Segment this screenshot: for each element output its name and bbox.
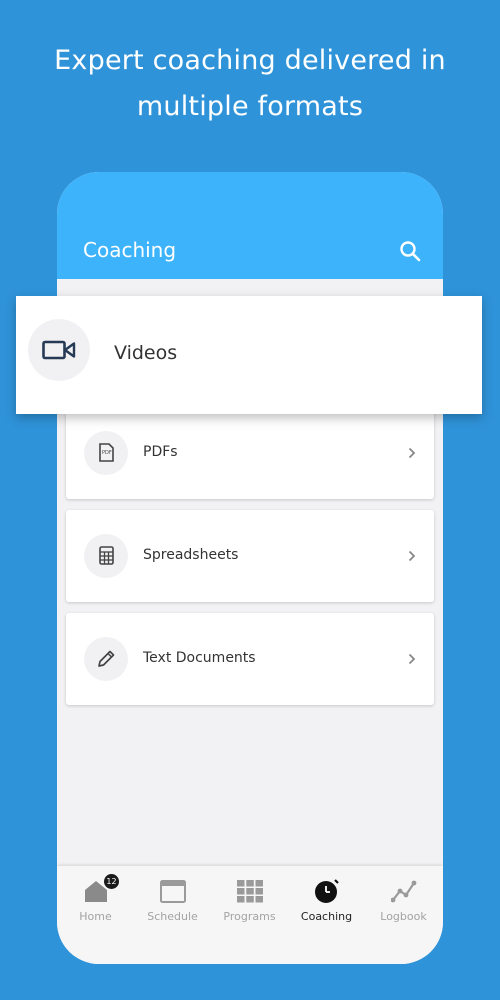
app-bar: Coaching: [57, 172, 443, 279]
tab-schedule[interactable]: Schedule: [134, 866, 211, 936]
pdf-icon-circle: PDF: [84, 431, 128, 475]
chevron-right-icon: [408, 653, 416, 665]
notification-badge: 12: [104, 874, 119, 889]
tab-programs[interactable]: Programs: [211, 866, 288, 936]
list-item-pdfs[interactable]: PDF PDFs: [66, 407, 434, 499]
chart-line-icon: [391, 880, 417, 903]
page-title: Coaching: [83, 238, 177, 262]
phone-frame: Coaching PDF PDFs Spreadsheets Text Docu…: [57, 172, 443, 964]
search-icon[interactable]: [399, 240, 421, 262]
headline-line-2: multiple formats: [136, 91, 364, 122]
grid-icon: [237, 880, 263, 903]
pencil-icon-circle: [84, 637, 128, 681]
list-item-text-documents[interactable]: Text Documents: [66, 613, 434, 705]
chevron-right-icon: [408, 550, 416, 562]
headline: Expert coaching delivered in multiple fo…: [0, 38, 500, 130]
featured-item-videos[interactable]: Videos: [16, 296, 482, 414]
video-icon-circle: [28, 319, 90, 381]
spreadsheet-icon-circle: [84, 534, 128, 578]
stopwatch-icon: [315, 879, 339, 903]
pencil-icon: [98, 650, 115, 667]
tab-coaching[interactable]: Coaching: [288, 866, 365, 936]
featured-item-label: Videos: [114, 342, 178, 364]
tab-label: Programs: [223, 910, 276, 923]
list-item-label: Spreadsheets: [143, 547, 239, 563]
tab-label: Coaching: [300, 910, 353, 923]
spreadsheet-icon: [99, 546, 114, 565]
list-item-spreadsheets[interactable]: Spreadsheets: [66, 510, 434, 602]
list-item-label: Text Documents: [143, 650, 256, 666]
tab-label: Schedule: [147, 910, 198, 923]
video-camera-icon: [42, 340, 76, 360]
list-item-label: PDFs: [143, 444, 178, 460]
tab-label: Home: [79, 910, 112, 923]
tab-logbook[interactable]: Logbook: [365, 866, 442, 936]
calendar-icon: [160, 880, 186, 903]
tab-label: Logbook: [380, 910, 427, 923]
svg-text:PDF: PDF: [102, 450, 112, 456]
headline-line-1: Expert coaching delivered in: [54, 45, 446, 76]
chevron-right-icon: [408, 447, 416, 459]
bottom-tab-bar: 12 Home Schedule Programs Coaching Logbo…: [57, 866, 443, 964]
pdf-file-icon: PDF: [99, 443, 114, 462]
tab-home[interactable]: 12 Home: [57, 866, 134, 936]
